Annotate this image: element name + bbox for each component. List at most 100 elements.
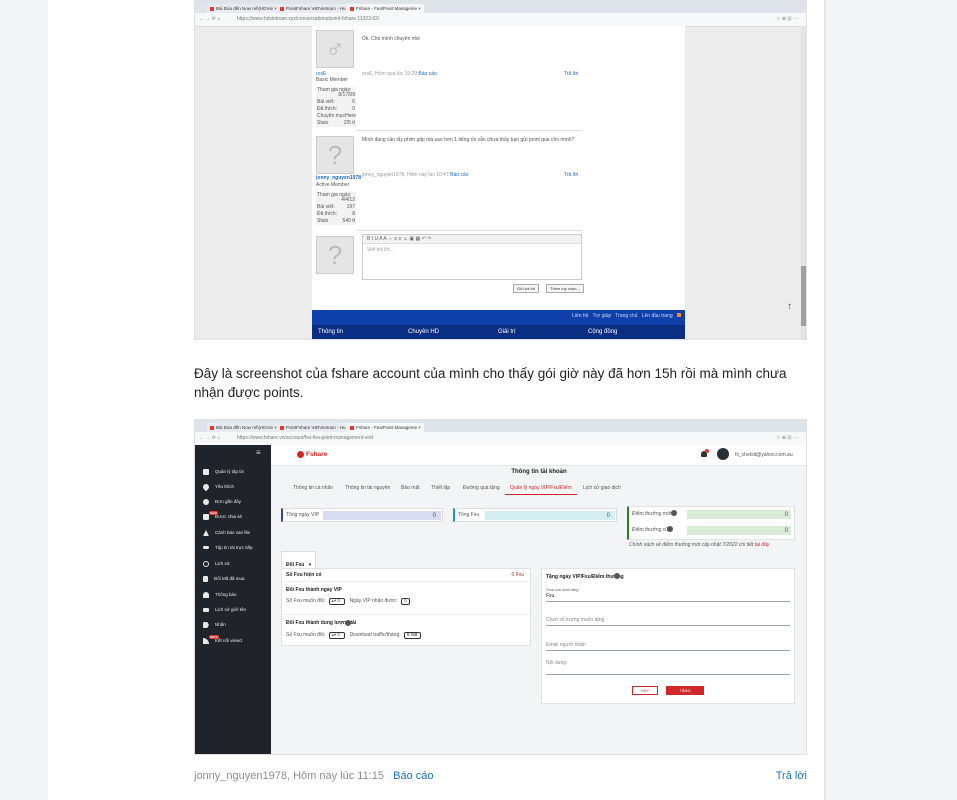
info-icon[interactable] (614, 573, 620, 579)
user-info: jonny_nguyen1978 Active Member Tham gia … (316, 176, 361, 225)
footer-nav-item[interactable]: Chuyên HD (408, 329, 439, 335)
fxu-count: 0 Fxu (511, 572, 524, 578)
footer-nav-item[interactable]: Cộng đồng (588, 329, 617, 335)
more-options-button[interactable]: Thêm tùy chọn... (546, 284, 584, 293)
reply-textarea[interactable]: Viết trả lời... (367, 248, 394, 253)
report-link[interactable]: Báo cáo (450, 172, 468, 178)
sidebar-item[interactable]: Cảnh báo vari file (203, 530, 250, 536)
gift-message-field[interactable]: Nội dung (546, 661, 566, 666)
tab-vip-management[interactable]: Quản lý ngày VIP/Fxu/Điểm (510, 486, 572, 491)
footer-link[interactable]: Liên hệ (572, 313, 588, 319)
rss-icon[interactable] (677, 313, 681, 317)
footer-link[interactable]: Lên đầu trang (642, 313, 673, 319)
sidebar-item[interactable]: Lịch sử (203, 561, 230, 567)
footer-nav-item[interactable]: Giải trí (498, 329, 516, 335)
avatar[interactable] (717, 448, 729, 460)
fshare-sidebar: ≡ Quản lý tập tin Yêu thích Đơn gần đây … (195, 445, 271, 754)
tab-settings[interactable]: Thiết lập (431, 486, 450, 491)
vip-days-result: 0 (401, 598, 410, 605)
policy-link[interactable]: tại đây (755, 542, 770, 548)
sidebar-item[interactable]: Lịch sử giới tên (203, 607, 246, 612)
hamburger-menu-icon[interactable]: ≡ (256, 448, 261, 457)
fxu-quantity-stepper[interactable]: ▴▾ 0 (328, 598, 346, 605)
scroll-top-icon[interactable]: ↑ (787, 301, 792, 312)
user-email[interactable]: fx_chetsit@yahoo.com.au (735, 453, 793, 458)
post-separator (356, 230, 582, 231)
recipient-email-field[interactable]: Email người nhận (546, 643, 586, 648)
post-meta: jonny_nguyen1978, Hôm nay lúc 11:15 Báo … (194, 770, 807, 782)
clock-icon (203, 499, 209, 505)
forum-screenshot[interactable]: Bài Đúa đến Now rel\(HDVie × PointFshare… (194, 0, 807, 340)
info-icon[interactable] (667, 526, 673, 532)
report-link[interactable]: Báo cáo (418, 71, 436, 77)
sidebar-item[interactable]: BETA Kết nối viewd (203, 635, 242, 644)
beta-badge: BETA (209, 635, 219, 639)
user-stat: Stats 540 tt (317, 218, 355, 224)
sidebar-item[interactable]: Tập tin tài trực tiếp (203, 545, 253, 550)
username[interactable]: jonny_nguyen1978 (316, 176, 361, 181)
stat-value: 0 (432, 513, 436, 519)
reply-link[interactable]: Trả lời (564, 72, 578, 77)
stat-fill (485, 511, 615, 520)
url-text: https://www.hdvietnam.xyz/conversations/… (237, 16, 380, 22)
user-stat: Stats 2/5 tt (317, 120, 355, 126)
scrollbar-thumb[interactable] (801, 266, 806, 326)
post-message: Mình đang cần lấy phim gấp mà sao hơn 1 … (362, 137, 575, 143)
tab-resources[interactable]: Thông tin tài nguyên (345, 486, 390, 491)
send-reply-button[interactable]: Gửi trả lời (513, 284, 539, 293)
editor-toolbar[interactable]: B I U A A ⇔ ≡ ≡ ☺ ▣ ▦ ↶ ↷ (363, 235, 581, 244)
info-icon[interactable] (345, 620, 351, 626)
tab-security[interactable]: Bảo mật (401, 486, 420, 491)
gift-amount-select[interactable]: Chọn số lượng muốn tặng (546, 618, 604, 623)
browser-address-bar: ← → ⟳ ⌂ https://www.fshare.vn/account/fs… (195, 432, 806, 446)
sidebar-item[interactable]: Đơn gần đây (203, 499, 241, 505)
sidebar-item[interactable]: Nhãn (203, 622, 226, 628)
cancel-button[interactable]: HỦY (632, 686, 658, 695)
tab-transactions[interactable]: Lịch sử giao dịch (583, 486, 621, 491)
tab-gifts[interactable]: Đường quà tặng (463, 486, 500, 491)
points-box: Điểm thưởng mới 0 Điểm thưởng cũ 0 (627, 506, 795, 540)
user-info: roxE Basic Member Tham gia ngày: 8/17/09… (316, 72, 356, 127)
footer-nav: Thông tin Chuyên HD Giải trí Cộng đồng (312, 325, 685, 339)
sidebar-item[interactable]: Thông báo (203, 592, 237, 598)
sidebar-item[interactable]: Quản lý tập tin (203, 469, 244, 475)
active-tab-underline (505, 494, 577, 495)
tab-personal[interactable]: Thông tin cá nhân (293, 486, 333, 491)
stat-fill (323, 511, 441, 520)
reply-link[interactable]: Trả lời (776, 770, 807, 782)
gift-type-select[interactable]: Fxu (546, 594, 554, 599)
reply-editor[interactable]: B I U A A ⇔ ≡ ≡ ☺ ▣ ▦ ↶ ↷ Viết trả lời..… (362, 234, 582, 280)
avatar: ? (316, 236, 354, 274)
male-symbol-icon: ♂ (325, 33, 345, 64)
sidebar-item[interactable]: Đổi Mã đã mua (203, 576, 245, 582)
new-badge: NEW (209, 511, 218, 515)
footer-link[interactable]: Trang chủ (615, 313, 637, 319)
user-stat: 8/17/09 (338, 92, 355, 98)
fxu-quantity-stepper[interactable]: ▴▾ 0 (328, 632, 346, 639)
notification-dot (705, 449, 709, 453)
formatting-icons[interactable]: B I U A A ⇔ ≡ ≡ ☺ ▣ ▦ ↶ ↷ (367, 237, 431, 242)
fshare-screenshot[interactable]: Bài Đúa đến Now rel\(HDVie × PointFshare… (194, 419, 807, 755)
report-link[interactable]: Báo cáo (393, 770, 433, 782)
warning-icon (203, 530, 209, 536)
browser-tab: PointFshare \HDVietnam - Hu × (277, 423, 353, 432)
sidebar-item[interactable]: NEW Được chia sẻ (203, 511, 242, 520)
fshare-logo-icon (297, 451, 304, 458)
post-separator (356, 130, 582, 131)
stat-label: Điểm thưởng cũ (632, 527, 669, 533)
footer-nav-item[interactable]: Thông tin (318, 329, 343, 335)
reply-link[interactable]: Trả lời (564, 173, 578, 178)
question-mark-icon: ? (327, 239, 343, 270)
fshare-logo[interactable]: Fshare (297, 451, 327, 458)
gift-submit-button[interactable]: TẶNG (666, 686, 704, 695)
post-author-time: jonny_nguyen1978, Hôm nay lúc 11:15 (194, 770, 384, 782)
info-icon[interactable] (671, 510, 677, 516)
field-underline (546, 601, 790, 602)
user-stat: Chuyên mục Here (317, 113, 356, 119)
bell-icon (203, 592, 209, 598)
user-role: Active Member (316, 182, 350, 188)
sidebar-item[interactable]: Yêu thích (201, 482, 234, 492)
field-underline (546, 625, 790, 626)
browser-address-bar: ← → ⟳ ⌂ https://www.hdvietnam.xyz/conver… (195, 13, 806, 27)
footer-link[interactable]: Trợ giúp (593, 313, 612, 319)
